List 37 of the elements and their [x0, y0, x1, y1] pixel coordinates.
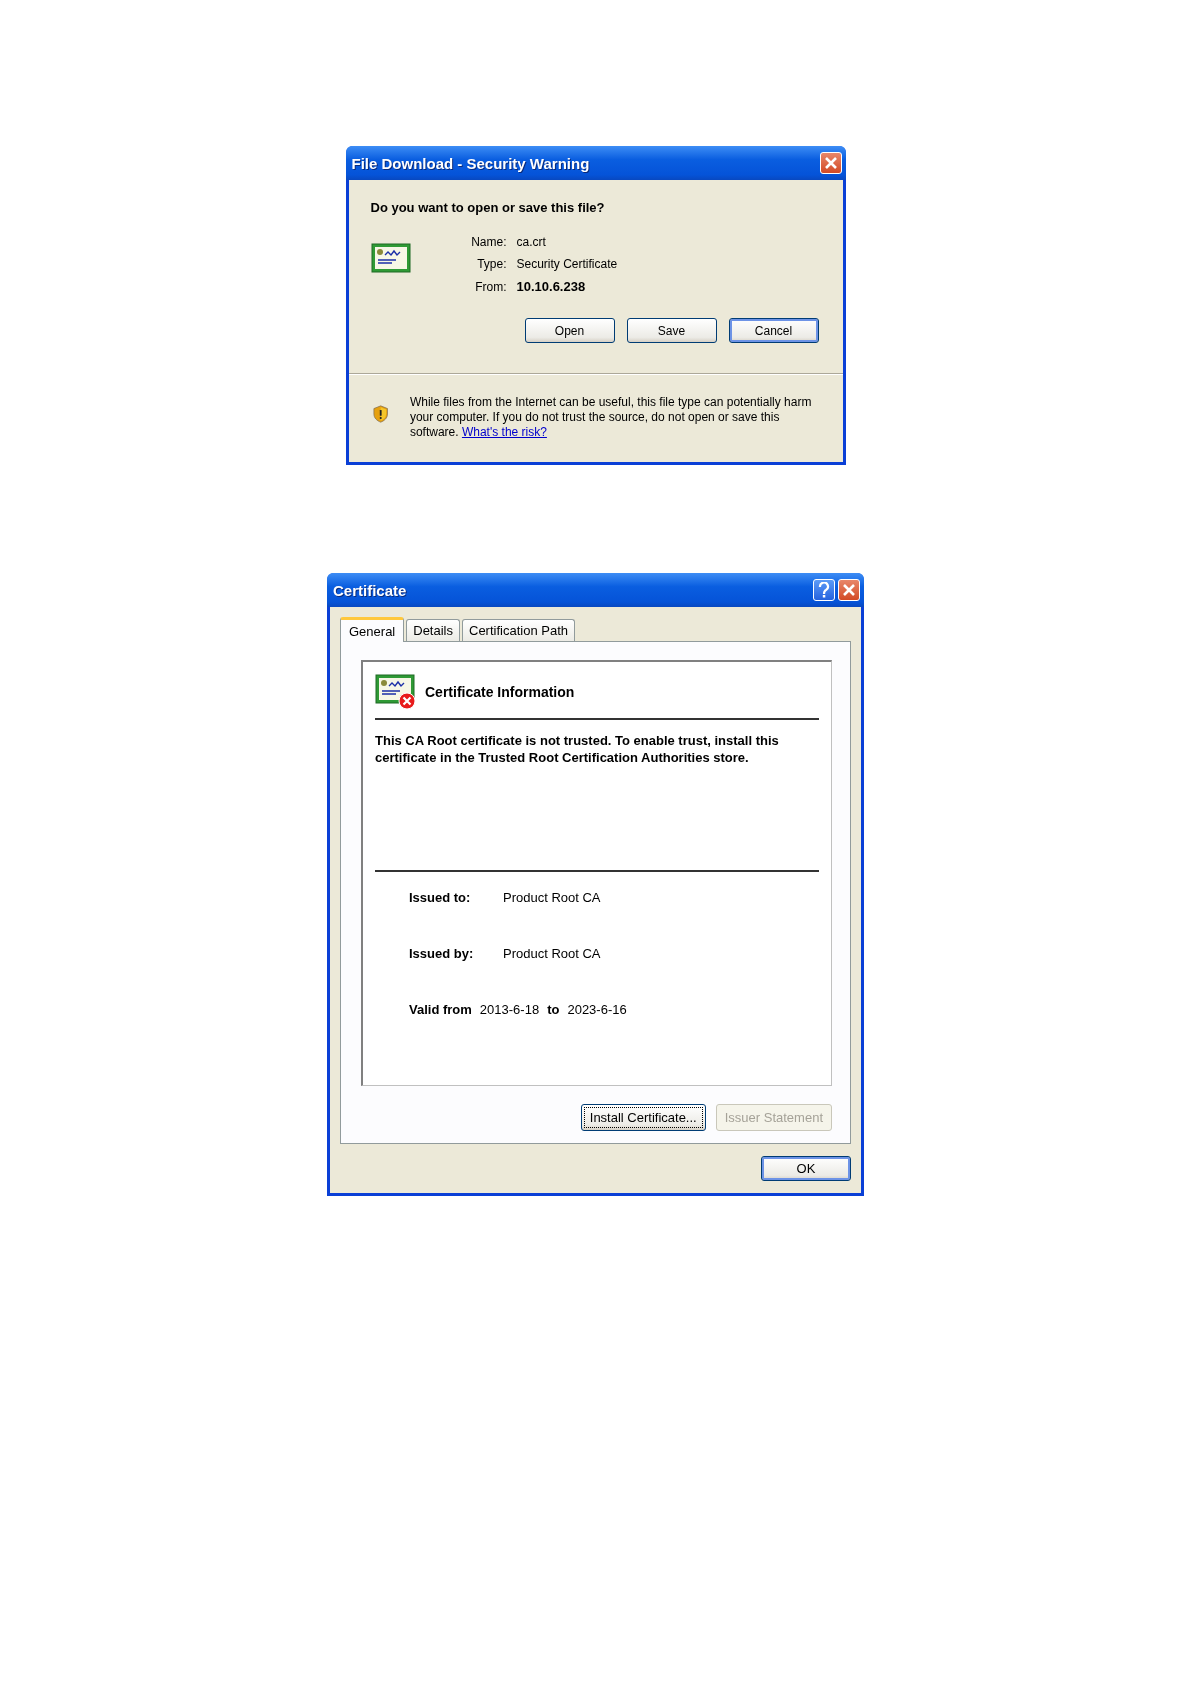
- window-title: Certificate: [333, 581, 408, 599]
- field-value: 2023-6-16: [567, 1002, 627, 1017]
- tab[interactable]: Details: [406, 619, 460, 641]
- close-button[interactable]: [819, 152, 842, 174]
- dialog-button[interactable]: Save: [626, 318, 717, 343]
- field-label: Valid from: [409, 1002, 472, 1017]
- certificate-icon: [370, 243, 413, 273]
- close-icon: [842, 583, 856, 597]
- field-label: Issued by:: [409, 946, 475, 963]
- section-heading: Certificate Information: [425, 684, 575, 700]
- risk-link[interactable]: What's the risk?: [461, 425, 547, 439]
- warning-text: While files from the Internet can be useful, this file type can potentially harm your computer. If you do not trust the source, do not open or save this software. What's the risk?: [409, 395, 813, 440]
- field-label: From:: [474, 279, 507, 294]
- field-label: to: [547, 1002, 560, 1017]
- close-button[interactable]: [838, 579, 860, 601]
- dialog-button[interactable]: Cancel: [728, 318, 819, 343]
- tab[interactable]: General: [340, 617, 405, 642]
- field-value: 10.10.6.238: [516, 279, 587, 294]
- field-label: Type:: [476, 257, 507, 271]
- field-value: Product Root CA: [503, 946, 601, 963]
- field-label: Name:: [470, 235, 507, 249]
- field-label: Issued to:: [409, 890, 472, 907]
- window-title: File Download - Security Warning: [351, 154, 591, 172]
- dialog-button[interactable]: Open: [524, 318, 615, 343]
- dialog-button[interactable]: Install Certificate...: [580, 1104, 706, 1131]
- tab[interactable]: Certification Path: [462, 619, 575, 641]
- help-icon: [818, 582, 830, 598]
- certificate-error-icon: [375, 674, 417, 710]
- field-value: 2013-6-18: [479, 1002, 540, 1017]
- help-button[interactable]: [813, 579, 835, 601]
- field-value: Security Certificate: [516, 257, 618, 271]
- field-value: Product Root CA: [503, 890, 601, 907]
- question-text: Do you want to open or save this file?: [370, 200, 606, 215]
- trust-message: This CA Root certificate is not trusted. To enable trust, install this certificate in the Trusted Root Certification Authorities store.: [375, 733, 779, 765]
- close-icon: [823, 156, 838, 170]
- ok-button[interactable]: OK: [761, 1156, 851, 1181]
- field-value: ca.crt: [516, 235, 547, 249]
